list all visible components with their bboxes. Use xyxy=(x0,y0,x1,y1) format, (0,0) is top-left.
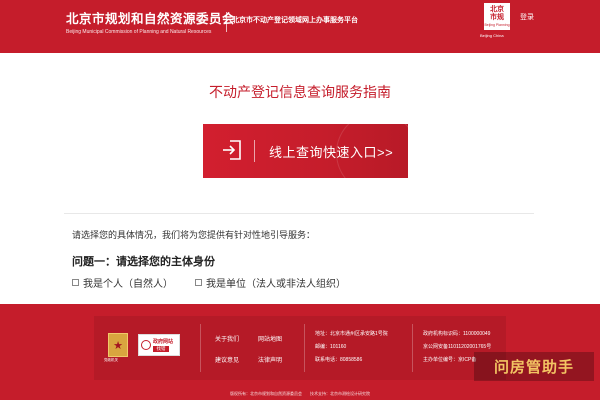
globe-icon xyxy=(141,340,151,350)
header-divider xyxy=(226,12,227,32)
option-label: 我是个人（自然人） xyxy=(83,279,173,290)
footer-link-about[interactable]: 关于我们 xyxy=(215,334,239,343)
watermark-overlay: 问房管助手 xyxy=(474,352,594,381)
footer-icp-record[interactable]: 主办单位编号：京ICP备 xyxy=(423,356,476,363)
logo-char: 北 xyxy=(490,6,497,13)
gov-badge-tag: 找错 xyxy=(153,346,169,352)
logo-char: 市 xyxy=(490,14,497,21)
cta-label: 线上查询快速入口>> xyxy=(269,145,394,160)
logo-caption: Beijing China xyxy=(480,33,504,38)
footer-gov-id: 政府机构标识码：1100000049 xyxy=(423,331,491,337)
footer-link-sitemap[interactable]: 网站地图 xyxy=(258,334,282,343)
footer-separator xyxy=(200,324,201,372)
org-name-cn: 北京市规划和自然资源委员会 xyxy=(66,12,236,26)
option-individual[interactable]: 我是个人（自然人） xyxy=(72,275,173,290)
page-title: 不动产登记信息查询服务指南 xyxy=(209,84,391,100)
guide-intro: 请选择您的具体情况，我们将为您提供有针对性地引导服务： xyxy=(72,230,316,240)
logo-char: 京 xyxy=(497,6,504,13)
sign-in-icon xyxy=(223,140,241,160)
checkbox-icon[interactable] xyxy=(195,279,202,286)
login-link[interactable]: 登录 xyxy=(520,12,534,22)
footer-separator xyxy=(412,324,413,372)
online-query-entry-button[interactable]: 线上查询快速入口>> xyxy=(203,124,408,178)
cta-separator xyxy=(254,140,255,162)
footer-police-record[interactable]: 京公网安备11011202001765号 xyxy=(423,343,491,350)
footer-separator xyxy=(304,324,305,372)
checkbox-icon[interactable] xyxy=(72,279,79,286)
org-branding[interactable]: 北京市规划和自然资源委员会 Beijing Municipal Commissi… xyxy=(66,8,235,35)
logo-char: 规 xyxy=(497,14,504,21)
option-label: 我是单位（法人或非法人组织） xyxy=(206,279,346,290)
option-organization[interactable]: 我是单位（法人或非法人组织） xyxy=(195,275,346,290)
platform-name: 北京市不动产登记领域网上办事服务平台 xyxy=(232,17,358,24)
footer-address: 地址：北京市通州区承安路1号院 xyxy=(315,331,388,337)
org-name-en: Beijing Municipal Commission of Planning… xyxy=(66,29,212,35)
footer-copyright: 版权所有：北京市规划和自然资源委员会 技术支持：北京市测绘设计研究院 xyxy=(230,391,370,396)
footer-link-legal[interactable]: 法律声明 xyxy=(258,355,282,364)
beijing-logo: 北 京 市 规 Beijing Planning xyxy=(483,2,511,31)
footer-postcode: 邮编：101160 xyxy=(315,344,347,350)
gov-badge-title: 政府网站 xyxy=(153,339,174,345)
emblem-label: 党政机关 xyxy=(104,358,118,362)
logo-subtitle: Beijing Planning xyxy=(484,23,510,27)
footer-link-feedback[interactable]: 建议意见 xyxy=(215,355,239,364)
party-emblem-icon[interactable]: ★ xyxy=(108,333,128,357)
section-divider xyxy=(64,213,534,214)
gov-website-error-report-badge[interactable]: 政府网站 找错 xyxy=(138,334,180,356)
question-title: 问题一：请选择您的主体身份 xyxy=(72,256,215,268)
footer-phone: 联系电话：80858586 xyxy=(315,357,363,363)
